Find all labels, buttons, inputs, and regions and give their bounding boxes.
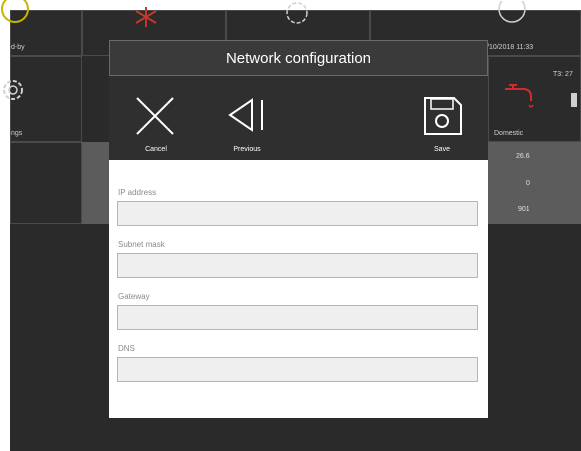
value-cell: 901 [518, 206, 530, 213]
gateway-label: Gateway [118, 292, 150, 301]
value-cell: 0 [526, 180, 530, 187]
dialog-toolbar: Cancel Previous Save [109, 76, 488, 160]
close-icon [136, 97, 174, 135]
previous-label: Previous [233, 146, 261, 153]
standby-icon [1, 0, 29, 23]
subnet-mask-label: Subnet mask [118, 240, 165, 249]
left-empty-tile [10, 142, 82, 224]
save-label: Save [434, 146, 450, 153]
previous-button[interactable]: Previous [212, 76, 282, 160]
value-cell: 26.6 [516, 153, 530, 160]
gear-icon [286, 2, 308, 24]
datetime-text: /10/2018 11:33 [487, 44, 534, 51]
domestic-tile[interactable]: Domestic T3: 27 [488, 56, 581, 142]
snowflake-icon [135, 7, 157, 27]
dialog-title: Network configuration [225, 50, 372, 67]
network-config-dialog: Network configuration Cancel Previous Sa… [109, 40, 488, 418]
settings-gear-icon [3, 80, 23, 100]
battery-icon [571, 93, 577, 107]
standby-tile[interactable]: d-by [1, 0, 82, 56]
dialog-body: IP address Subnet mask Gateway DNS [109, 160, 488, 418]
clock-icon [498, 1, 526, 23]
t3-label: T3: 27 [553, 71, 573, 78]
domestic-label: Domestic [494, 130, 524, 137]
dialog-titlebar: Network configuration [109, 40, 488, 76]
settings-tile[interactable]: ngs [3, 56, 82, 142]
cancel-label: Cancel [145, 146, 167, 153]
subnet-mask-input[interactable] [117, 253, 478, 278]
ip-address-label: IP address [118, 188, 157, 197]
save-button[interactable]: Save [407, 76, 477, 160]
standby-label: d-by [11, 44, 25, 51]
previous-icon [228, 98, 263, 132]
save-icon [424, 97, 462, 135]
cancel-button[interactable]: Cancel [121, 76, 191, 160]
settings-label: ngs [11, 130, 23, 137]
faucet-icon [505, 84, 534, 108]
ip-address-input[interactable] [117, 201, 478, 226]
gateway-input[interactable] [117, 305, 478, 330]
dns-input[interactable] [117, 357, 478, 382]
dns-label: DNS [118, 344, 135, 353]
